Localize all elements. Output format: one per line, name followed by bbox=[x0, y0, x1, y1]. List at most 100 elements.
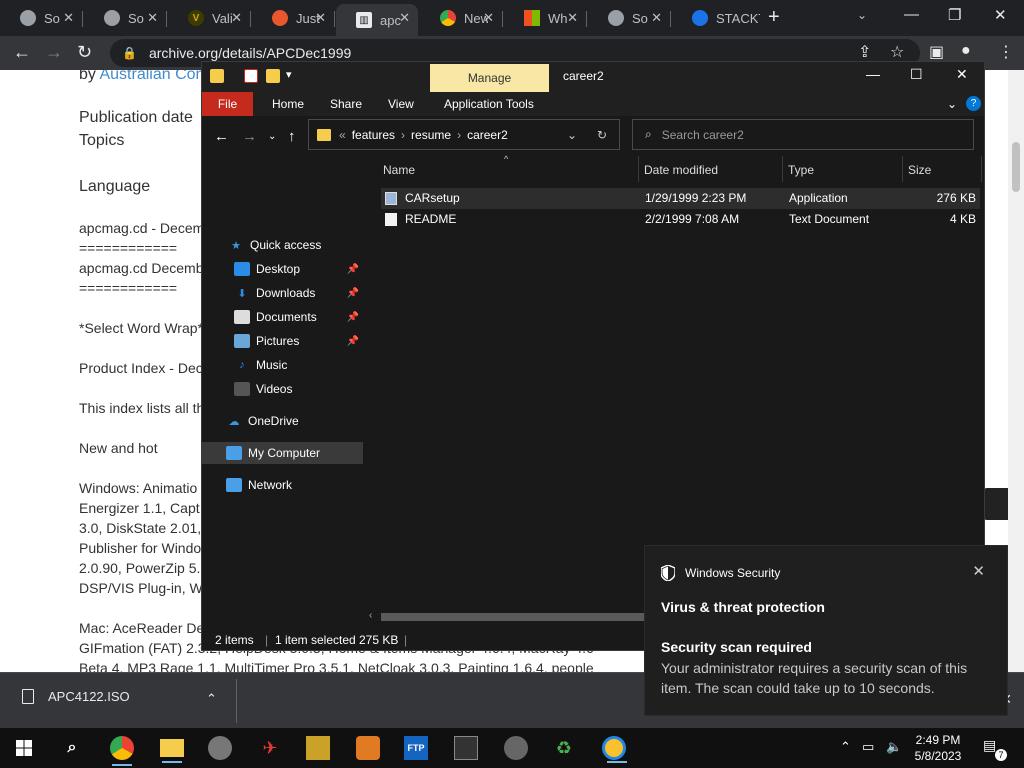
close-icon[interactable]: ✕ bbox=[972, 562, 985, 580]
search-icon[interactable]: ⌕ bbox=[60, 736, 84, 760]
browser-tab[interactable]: Just ✕ bbox=[252, 4, 335, 32]
customize-qat-icon[interactable]: ▾ bbox=[286, 68, 292, 81]
nav-item-music[interactable]: ♪ Music bbox=[202, 354, 363, 376]
column-divider[interactable] bbox=[782, 156, 783, 182]
terminal-icon[interactable] bbox=[454, 736, 478, 760]
browser-tab-active[interactable]: ▥ apc ✕ bbox=[336, 4, 418, 36]
close-window-icon[interactable]: ✕ bbox=[994, 6, 1007, 24]
column-header-name[interactable]: Name bbox=[383, 163, 415, 177]
column-divider[interactable] bbox=[638, 156, 639, 182]
breadcrumb-resume[interactable]: resume bbox=[411, 128, 451, 142]
column-header-size[interactable]: Size bbox=[908, 163, 931, 177]
reload-icon[interactable]: ↻ bbox=[77, 42, 92, 63]
tab-view[interactable]: View bbox=[388, 97, 414, 111]
menu-icon[interactable]: ⋮ bbox=[998, 42, 1014, 62]
windows-start-icon[interactable] bbox=[16, 740, 32, 756]
nav-item-quick-access[interactable]: ★ Quick access bbox=[202, 234, 363, 256]
ftp-icon[interactable]: FTP bbox=[404, 736, 428, 760]
tab-home[interactable]: Home bbox=[272, 97, 304, 111]
network-icon[interactable]: ▭ bbox=[862, 739, 874, 755]
up-icon[interactable]: ↑ bbox=[288, 128, 296, 145]
close-tab-icon[interactable]: ✕ bbox=[147, 10, 158, 26]
app-icon[interactable] bbox=[208, 736, 232, 760]
app-icon[interactable] bbox=[602, 736, 627, 763]
creator-link[interactable]: Australian Con bbox=[99, 70, 204, 83]
close-tab-icon[interactable]: ✕ bbox=[651, 10, 662, 26]
restore-icon[interactable]: ❐ bbox=[948, 6, 961, 24]
notification-toast[interactable]: Windows Security ✕ Virus & threat protec… bbox=[644, 545, 1008, 716]
app-icon[interactable] bbox=[356, 736, 380, 760]
scrollbar-thumb[interactable] bbox=[1012, 142, 1020, 192]
scrollbar-thumb[interactable] bbox=[381, 613, 656, 621]
tab-application-tools[interactable]: Application Tools bbox=[444, 97, 534, 111]
help-icon[interactable]: ? bbox=[966, 96, 981, 111]
file-row[interactable]: CARsetup 1/29/1999 2:23 PM Application 2… bbox=[381, 188, 980, 209]
disc-icon[interactable] bbox=[504, 736, 528, 760]
download-item[interactable]: APC4122.ISO bbox=[22, 689, 130, 704]
app-icon[interactable] bbox=[306, 736, 330, 760]
breadcrumb-career2[interactable]: career2 bbox=[467, 128, 508, 142]
browser-tab[interactable]: So ✕ bbox=[0, 4, 83, 32]
browser-tab[interactable]: So ✕ bbox=[84, 4, 167, 32]
nav-item-pictures[interactable]: Pictures 📌 bbox=[202, 330, 363, 352]
close-tab-icon[interactable]: ✕ bbox=[567, 10, 578, 26]
column-header-type[interactable]: Type bbox=[788, 163, 814, 177]
forward-icon[interactable]: → bbox=[242, 128, 257, 145]
chrome-icon[interactable] bbox=[110, 736, 134, 766]
sidebar-icon[interactable]: ▣ bbox=[929, 42, 944, 62]
notification-center-icon[interactable]: ▤ 7 bbox=[983, 737, 1007, 761]
expand-ribbon-icon[interactable]: ⌄ bbox=[947, 97, 957, 111]
recycle-icon[interactable]: ♻ bbox=[552, 736, 576, 760]
minimize-icon[interactable]: — bbox=[866, 66, 880, 82]
chevron-up-icon[interactable]: ⌃ bbox=[840, 739, 851, 755]
tab-share[interactable]: Share bbox=[330, 97, 362, 111]
tab-file[interactable]: File bbox=[202, 92, 253, 116]
paper-plane-icon[interactable]: ✈ bbox=[258, 736, 282, 760]
properties-icon[interactable] bbox=[244, 69, 258, 83]
close-tab-icon[interactable]: ✕ bbox=[483, 10, 494, 26]
page-scrollbar[interactable] bbox=[1008, 70, 1024, 672]
nav-item-onedrive[interactable]: ☁ OneDrive bbox=[202, 410, 363, 432]
bookmark-star-icon[interactable]: ☆ bbox=[890, 42, 904, 62]
pin-icon[interactable]: 📌 bbox=[347, 336, 359, 347]
minimize-icon[interactable]: — bbox=[904, 6, 919, 23]
new-folder-icon[interactable] bbox=[266, 69, 280, 83]
browser-tab[interactable]: Wh ✕ bbox=[504, 4, 587, 32]
tab-search-chevron-icon[interactable]: ⌄ bbox=[857, 8, 867, 22]
recent-locations-icon[interactable]: ⌄ bbox=[268, 131, 276, 142]
profile-icon[interactable]: ● bbox=[961, 42, 971, 60]
column-divider[interactable] bbox=[981, 156, 982, 182]
browser-tab[interactable]: STACKT bbox=[672, 4, 762, 32]
maximize-icon[interactable]: ☐ bbox=[910, 66, 923, 83]
column-divider[interactable] bbox=[902, 156, 903, 182]
volume-icon[interactable]: 🔈 bbox=[886, 739, 902, 755]
close-tab-icon[interactable]: ✕ bbox=[63, 10, 74, 26]
refresh-icon[interactable]: ↻ bbox=[597, 128, 607, 142]
forward-icon[interactable]: → bbox=[45, 42, 63, 63]
close-tab-icon[interactable]: ✕ bbox=[231, 10, 242, 26]
chevron-up-icon[interactable]: ⌃ bbox=[206, 691, 217, 707]
nav-item-downloads[interactable]: ⬇ Downloads 📌 bbox=[202, 282, 363, 304]
nav-item-my-computer[interactable]: My Computer bbox=[202, 442, 363, 464]
nav-item-desktop[interactable]: Desktop 📌 bbox=[202, 258, 363, 280]
nav-item-network[interactable]: Network bbox=[202, 474, 363, 496]
browser-tab[interactable]: V Vali ✕ bbox=[168, 4, 251, 32]
tab-manage[interactable]: Manage bbox=[430, 64, 549, 92]
column-header-date[interactable]: Date modified bbox=[644, 163, 718, 177]
file-row[interactable]: README 2/2/1999 7:08 AM Text Document 4 … bbox=[381, 209, 980, 230]
pin-icon[interactable]: 📌 bbox=[347, 312, 359, 323]
close-tab-icon[interactable]: ✕ bbox=[315, 10, 326, 26]
close-tab-icon[interactable]: ✕ bbox=[399, 10, 410, 26]
file-explorer-icon[interactable] bbox=[160, 739, 184, 763]
nav-item-videos[interactable]: Videos bbox=[202, 378, 363, 400]
breadcrumb-features[interactable]: features bbox=[352, 128, 395, 142]
back-icon[interactable]: ← bbox=[214, 128, 229, 145]
pin-icon[interactable]: 📌 bbox=[347, 264, 359, 275]
browser-tab[interactable]: New ✕ bbox=[420, 4, 503, 32]
search-box[interactable]: ⌕ Search career2 bbox=[632, 119, 974, 150]
close-icon[interactable]: ✕ bbox=[956, 66, 968, 83]
nav-item-documents[interactable]: Documents 📌 bbox=[202, 306, 363, 328]
scroll-left-icon[interactable]: ‹ bbox=[369, 610, 372, 621]
pin-icon[interactable]: 📌 bbox=[347, 288, 359, 299]
address-bar[interactable]: « features › resume › career2 ⌄ ↻ bbox=[308, 119, 620, 150]
